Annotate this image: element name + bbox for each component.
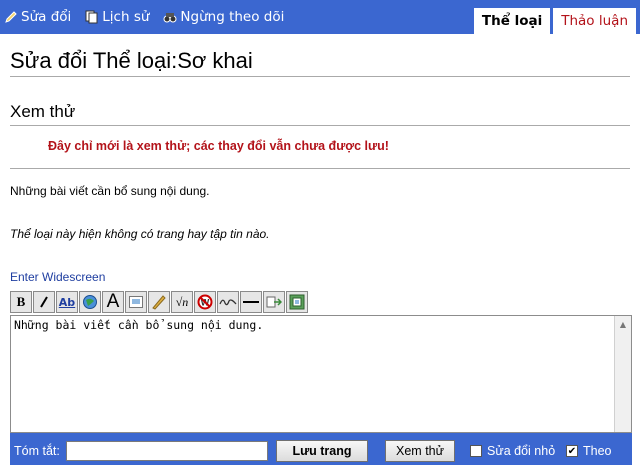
preview-heading: Xem thử xyxy=(10,102,630,126)
math-icon[interactable]: √n xyxy=(171,291,193,313)
summary-input[interactable] xyxy=(66,441,268,461)
minor-edit-label: Sửa đổi nhỏ xyxy=(487,444,556,458)
media-icon[interactable] xyxy=(148,291,170,313)
page-actions: Sửa đổi Lịch sử Ngừng theo dõi xyxy=(4,9,284,25)
wikitext-textarea[interactable] xyxy=(11,316,615,432)
save-page-button[interactable]: Lưu trang xyxy=(276,440,368,462)
bold-icon[interactable]: B xyxy=(10,291,32,313)
page-tabs: Thể loại Thảo luận xyxy=(473,8,636,34)
preview-warning: Đây chỉ mới là xem thử; các thay đổi vẫn… xyxy=(48,139,389,153)
summary-label: Tóm tắt: xyxy=(14,444,60,458)
external-link-icon[interactable] xyxy=(79,291,101,313)
history-action[interactable]: Lịch sử xyxy=(85,9,149,25)
edit-action-label: Sửa đổi xyxy=(21,9,72,25)
checkmark-icon: ✔ xyxy=(567,445,577,457)
widescreen-link[interactable]: Enter Widescreen xyxy=(10,270,105,284)
image-icon[interactable] xyxy=(125,291,147,313)
category-empty-notice: Thể loại này hiện không có trang hay tập… xyxy=(10,227,270,241)
watch-option: ✔ Theo xyxy=(566,444,612,458)
internal-link-icon[interactable]: Ab xyxy=(56,291,78,313)
minor-edit-checkbox[interactable] xyxy=(470,445,482,457)
edit-action[interactable]: Sửa đổi xyxy=(4,9,71,25)
gallery-icon[interactable] xyxy=(286,291,308,313)
minor-edit-option: Sửa đổi nhỏ xyxy=(470,444,555,458)
save-bar: Tóm tắt: Lưu trang Xem thử Sửa đổi nhỏ ✔… xyxy=(10,433,632,465)
page-title: Sửa đổi Thể loại:Sơ khai xyxy=(10,48,630,77)
tab-discussion[interactable]: Thảo luận xyxy=(553,8,636,34)
nowiki-icon[interactable]: W xyxy=(194,291,216,313)
tab-category[interactable]: Thể loại xyxy=(473,8,551,34)
unwatch-action-label: Ngừng theo dõi xyxy=(180,9,285,25)
binoculars-icon xyxy=(163,10,177,24)
scroll-up-arrow-icon[interactable]: ▲ xyxy=(615,316,631,332)
edit-toolbar: B Ab A √n W xyxy=(10,291,308,313)
pages-icon xyxy=(85,10,99,24)
heading-icon[interactable]: A xyxy=(102,291,124,313)
unwatch-action[interactable]: Ngừng theo dõi xyxy=(163,9,284,25)
horizontal-line-icon[interactable] xyxy=(240,291,262,313)
signature-icon[interactable] xyxy=(217,291,239,313)
history-action-label: Lịch sử xyxy=(102,9,150,25)
redirect-icon[interactable] xyxy=(263,291,285,313)
italic-icon[interactable] xyxy=(33,291,55,313)
watch-checkbox[interactable]: ✔ xyxy=(566,445,578,457)
pencil-icon xyxy=(4,10,18,24)
wikitext-editor: ▲ xyxy=(10,315,632,433)
preview-divider xyxy=(10,168,630,169)
editor-scrollbar[interactable]: ▲ xyxy=(614,316,631,432)
category-description: Những bài viết cần bổ sung nội dung. xyxy=(10,184,210,198)
top-action-bar: Sửa đổi Lịch sử Ngừng theo dõi Thể loại … xyxy=(0,0,640,34)
watch-label: Theo xyxy=(583,444,612,458)
preview-button[interactable]: Xem thử xyxy=(385,440,455,462)
